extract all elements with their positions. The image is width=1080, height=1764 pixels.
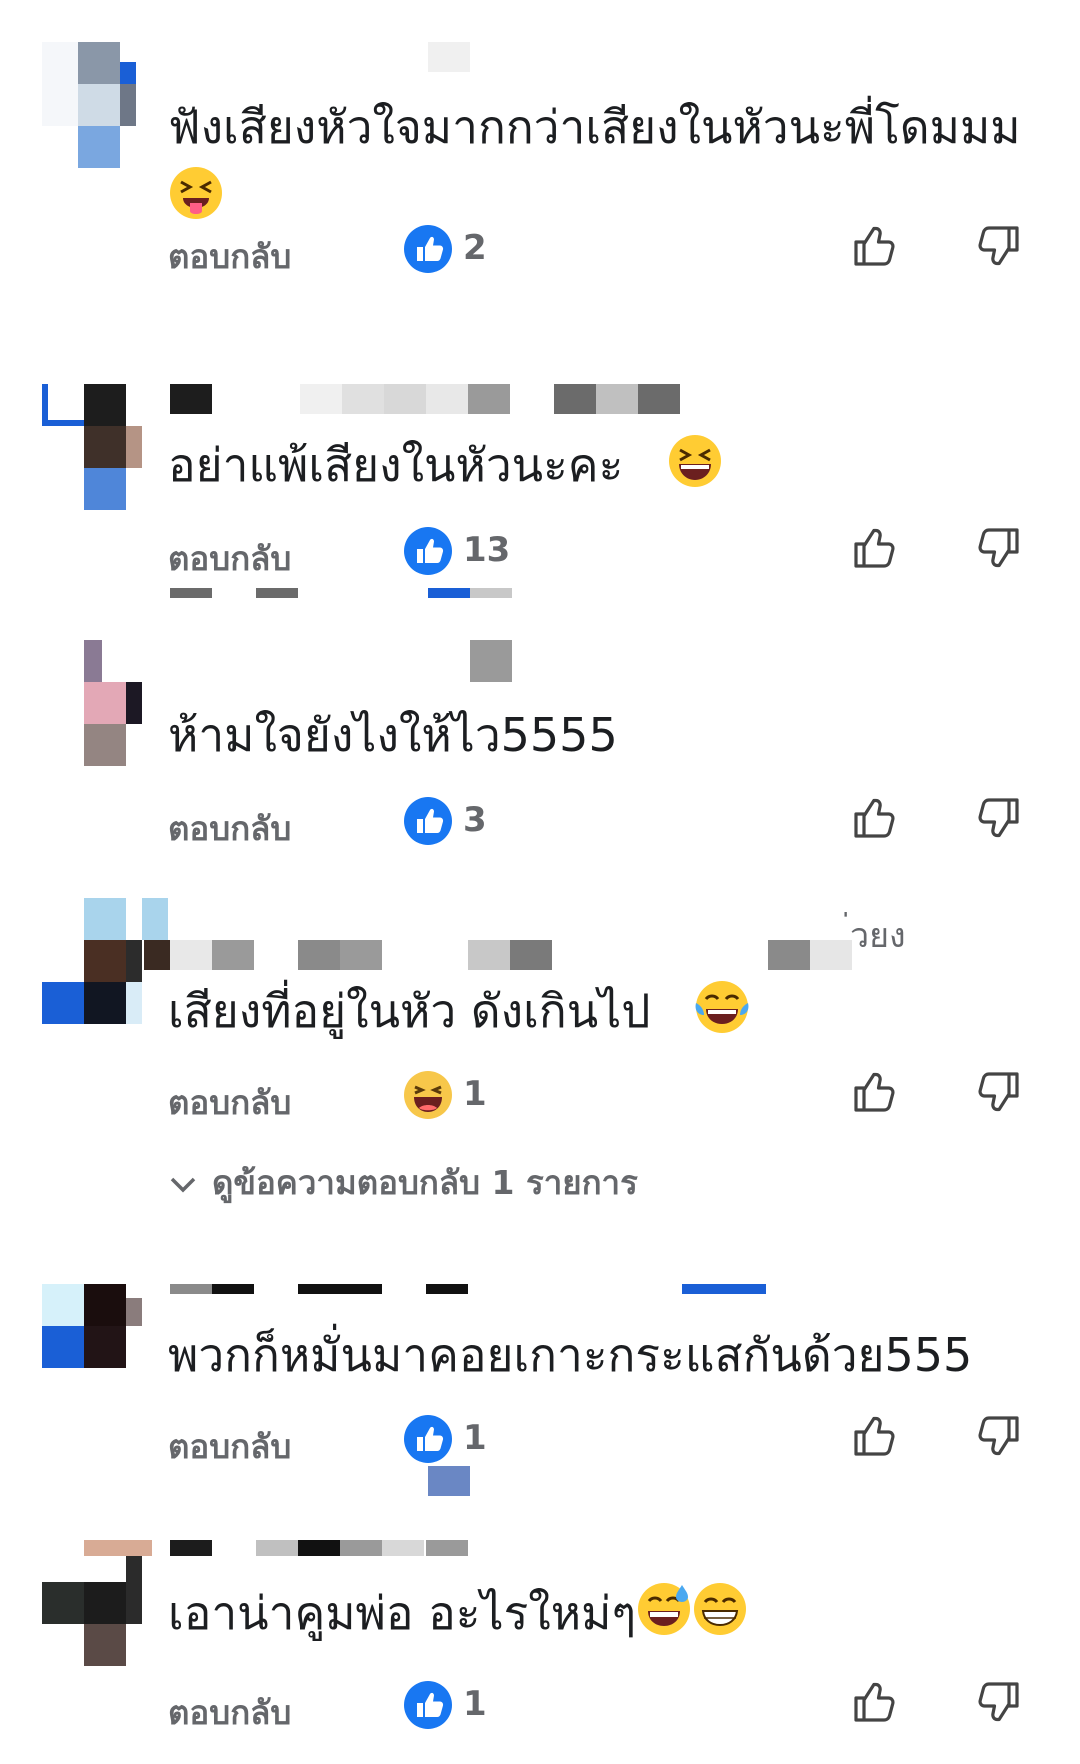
thumb-up-icon[interactable] (850, 794, 898, 842)
thumb-down-icon[interactable] (975, 1678, 1023, 1726)
thumb-down-icon[interactable] (975, 1068, 1023, 1116)
reaction-count[interactable]: 3 (463, 800, 487, 840)
grinning-face-with-sweat-emoji (638, 1583, 691, 1635)
reply-button[interactable]: ตอบกลับ (168, 1076, 291, 1129)
reply-button[interactable]: ตอบกลับ (168, 802, 291, 855)
redaction-block (428, 588, 470, 598)
thumb-down-icon[interactable] (975, 794, 1023, 842)
redaction-block (256, 588, 298, 598)
reaction-count[interactable]: 1 (463, 1074, 487, 1114)
reply-button[interactable]: ตอบกลับ (168, 532, 291, 585)
comment-text: อย่าแพ้เสียงในหัวนะคะ (168, 430, 1048, 500)
thumb-up-icon[interactable] (850, 1068, 898, 1116)
comment-actions: ตอบกลับ 13 (0, 526, 1080, 586)
comment-text: ห้ามใจยังไงให้ไว5555 (168, 708, 618, 762)
thumb-down-icon[interactable] (975, 222, 1023, 270)
haha-reaction-icon[interactable] (403, 1070, 453, 1120)
avatar[interactable] (42, 640, 148, 766)
comment-actions: ตอบกลับ 3 (0, 796, 1080, 856)
avatar[interactable] (42, 384, 148, 510)
like-reaction-icon[interactable] (403, 1680, 453, 1730)
view-replies-link[interactable]: ดูข้อความตอบกลับ 1 รายการ (168, 1156, 638, 1209)
like-reaction-icon[interactable] (403, 224, 453, 274)
redaction-block (470, 588, 512, 598)
thumb-up-icon[interactable] (850, 222, 898, 270)
grinning-squinting-face-emoji (669, 435, 722, 487)
reaction-count[interactable]: 1 (463, 1684, 487, 1724)
thumb-up-icon[interactable] (850, 524, 898, 572)
like-reaction-icon[interactable] (403, 526, 453, 576)
view-replies-label: ดูข้อความตอบกลับ 1 รายการ (212, 1163, 638, 1202)
thumb-down-icon[interactable] (975, 524, 1023, 572)
comment-actions: ตอบกลับ 2 (0, 224, 1080, 284)
commenter-name-fragment[interactable]: ่วยง (850, 908, 906, 962)
like-reaction-icon[interactable] (403, 1414, 453, 1464)
avatar[interactable] (42, 42, 148, 168)
comment-text: ฟังเสียงหัวใจมากกว่าเสียงในหัวนะพี่โดมมม (168, 92, 1048, 232)
thumb-up-icon[interactable] (850, 1412, 898, 1460)
chevron-down-icon (170, 1177, 196, 1193)
comment-actions: ตอบกลับ 1 (0, 1680, 1080, 1740)
reply-button[interactable]: ตอบกลับ (168, 1686, 291, 1739)
reply-button[interactable]: ตอบกลับ (168, 230, 291, 283)
squinting-tongue-face-emoji (170, 167, 222, 219)
comment-text: พวกก็หมั่นมาคอยเกาะกระแสกันด้วย555 (168, 1328, 973, 1382)
avatar[interactable] (42, 1540, 152, 1666)
redaction-block (170, 588, 212, 598)
avatar[interactable] (42, 898, 168, 1024)
reaction-count[interactable]: 13 (463, 530, 510, 570)
thumb-down-icon[interactable] (975, 1412, 1023, 1460)
comment-actions: ตอบกลับ 1 (0, 1414, 1080, 1474)
comment-text: เอาน่าคูมพ่อ อะไรใหม่ๆ (168, 1578, 1048, 1648)
comment-actions: ตอบกลับ 1 (0, 1070, 1080, 1130)
avatar[interactable] (42, 1284, 148, 1408)
reaction-count[interactable]: 1 (463, 1418, 487, 1458)
like-reaction-icon[interactable] (403, 796, 453, 846)
face-with-tears-of-joy-emoji (695, 981, 749, 1033)
reaction-count[interactable]: 2 (463, 228, 487, 268)
reply-button[interactable]: ตอบกลับ (168, 1420, 291, 1473)
beaming-face-with-smiling-eyes-emoji (694, 1583, 747, 1635)
redaction-block (428, 1466, 470, 1496)
comment-text: เสียงที่อยู่ในหัว ดังเกินไป (168, 976, 1048, 1046)
thumb-up-icon[interactable] (850, 1678, 898, 1726)
